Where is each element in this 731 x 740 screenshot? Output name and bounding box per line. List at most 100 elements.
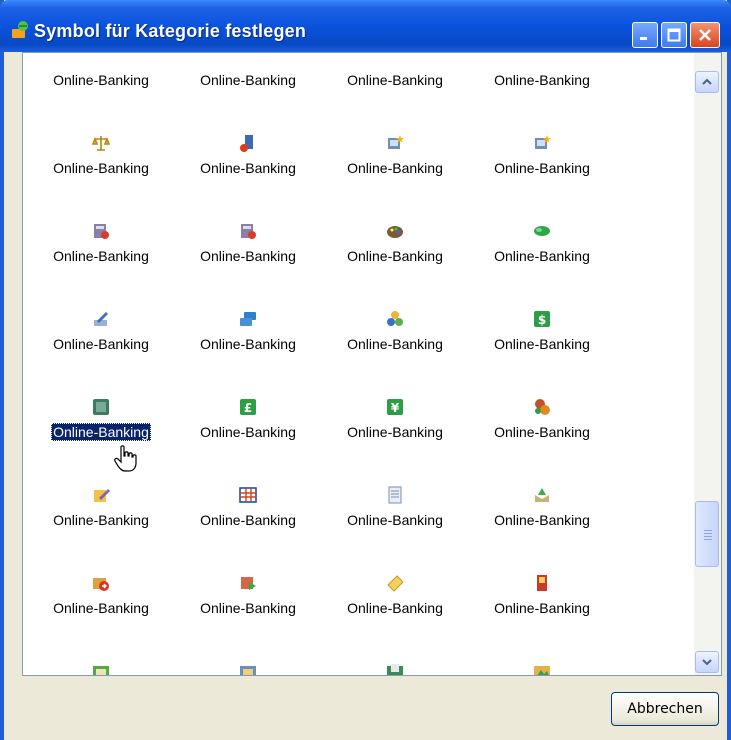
server-coins-icon	[240, 135, 253, 152]
hidden-icon	[238, 53, 258, 65]
folder-cash-icon	[387, 664, 403, 675]
icon-list-item[interactable]: Online-Banking	[178, 573, 318, 617]
icon-list-item-label: Online-Banking	[53, 600, 149, 616]
icon-list-item[interactable]: Online-Banking	[325, 53, 465, 89]
close-button[interactable]	[690, 22, 720, 48]
computer-star-icon	[535, 135, 551, 149]
icon-list-item-label: Online-Banking	[200, 600, 296, 616]
svg-text:$: $	[538, 313, 546, 327]
icon-list-item-label: Online-Banking	[53, 160, 149, 176]
icon-list-item[interactable]: Online-Banking	[31, 485, 171, 529]
icon-list-item-label: Online-Banking	[200, 512, 296, 528]
icon-list-item-label: Online-Banking	[53, 248, 149, 264]
svg-text:¥: ¥	[391, 401, 400, 415]
chevron-down-icon	[702, 659, 712, 666]
icon-list-item[interactable]: Online-Banking	[472, 573, 612, 617]
scroll-up-button[interactable]	[695, 71, 719, 93]
grip-line	[704, 539, 712, 540]
cards-icon	[240, 312, 256, 326]
icon-list-item-label: Online-Banking	[53, 336, 149, 352]
maximize-icon	[667, 28, 681, 42]
icon-list-item-label: Online-Banking	[347, 512, 443, 528]
icon-list-item[interactable]	[178, 661, 318, 675]
icon-list-item-label: Online-Banking	[494, 160, 590, 176]
vertical-scrollbar[interactable]	[694, 53, 721, 675]
icon-list-item[interactable]: Online-Banking	[178, 485, 318, 529]
icon-list-item-label: Online-Banking	[51, 423, 151, 441]
icon-list-item-label: Online-Banking	[347, 600, 443, 616]
icon-list-item[interactable]: Online-Banking	[178, 53, 318, 89]
scroll-down-button[interactable]	[695, 651, 719, 673]
icon-list-item-label: Online-Banking	[347, 248, 443, 264]
icon-list-item[interactable]: Online-Banking	[325, 221, 465, 265]
icon-list-item-label: Online-Banking	[53, 512, 149, 528]
icon-list-item[interactable]: Online-Banking	[178, 133, 318, 177]
icon-list-item[interactable]: £ Online-Banking	[178, 397, 318, 441]
hidden-icon	[385, 53, 405, 65]
scales-icon	[91, 136, 111, 151]
icon-list-item[interactable]: Online-Banking	[178, 221, 318, 265]
folder-green-icon	[93, 666, 109, 675]
icon-list-item[interactable]: Online-Banking	[472, 485, 612, 529]
icon-list-item[interactable]: Online-Banking	[472, 221, 612, 265]
icon-list-item[interactable]	[325, 661, 465, 675]
close-icon	[699, 29, 711, 41]
icon-list-item[interactable]: Online-Banking	[325, 133, 465, 177]
icon-list-item[interactable]	[31, 661, 171, 675]
window-title: Symbol für Kategorie festlegen	[34, 21, 307, 41]
calculator-icon	[241, 224, 256, 239]
cancel-button[interactable]: Abbrechen	[611, 692, 719, 726]
icon-list-item-label: Online-Banking	[200, 72, 296, 88]
mail-arrow-icon	[93, 578, 109, 591]
icon-list-item[interactable]: Online-Banking	[325, 309, 465, 353]
icon-list-item-label: Online-Banking	[347, 424, 443, 440]
icon-list-item-label: Online-Banking	[494, 600, 590, 616]
calculator-icon	[94, 224, 109, 239]
icon-list-item[interactable]	[472, 661, 612, 675]
icon-list-item[interactable]: Online-Banking	[325, 573, 465, 617]
icon-list-item[interactable]: Online-Banking	[31, 53, 171, 89]
edit-note-icon	[94, 489, 110, 502]
app-icon	[12, 21, 28, 38]
icon-list-item-label: Online-Banking	[347, 72, 443, 88]
icon-list-item-label: Online-Banking	[347, 336, 443, 352]
icon-list-item[interactable]: Online-Banking	[31, 221, 171, 265]
mail-go-icon	[241, 577, 256, 590]
icon-list-item[interactable]: Online-Banking	[31, 573, 171, 617]
pound-icon: £	[240, 399, 256, 415]
scroll-thumb[interactable]	[695, 501, 719, 567]
icon-list-item[interactable]: Online-Banking	[178, 309, 318, 353]
icon-list-item[interactable]: Online-Banking	[472, 397, 612, 441]
maximize-button[interactable]	[661, 22, 687, 48]
icon-list-item[interactable]: Online-Banking	[31, 309, 171, 353]
icon-list-item[interactable]: ¥ Online-Banking	[325, 397, 465, 441]
minimize-button[interactable]	[632, 22, 658, 48]
icon-list-item-label: Online-Banking	[494, 248, 590, 264]
icon-list[interactable]: Online-Banking Online-Banking Online-Banki…	[22, 52, 722, 676]
money-roll-icon	[534, 226, 550, 236]
icon-list-item[interactable]: Online-Banking	[31, 397, 171, 441]
hand-cursor-icon	[114, 445, 137, 472]
icon-list-item[interactable]: Online-Banking	[31, 133, 171, 177]
open-box-icon	[535, 488, 549, 502]
icon-list-item[interactable]: Online-Banking	[325, 485, 465, 529]
tag-icon	[387, 575, 404, 592]
chip-icon	[93, 399, 109, 415]
icon-list-item-label: Online-Banking	[200, 424, 296, 440]
yen-icon: ¥	[387, 399, 403, 415]
icon-list-item[interactable]: $ Online-Banking	[472, 309, 612, 353]
icon-list-item-label: Online-Banking	[494, 424, 590, 440]
icon-list-item-label: Online-Banking	[53, 72, 149, 88]
title-bar[interactable]: Symbol für Kategorie festlegen	[0, 0, 731, 52]
chevron-up-icon	[702, 78, 712, 85]
folder-note-icon	[240, 666, 256, 675]
dollar-icon: $	[534, 311, 550, 327]
icon-list-item-label: Online-Banking	[200, 248, 296, 264]
book-icon	[537, 575, 547, 591]
people-icon	[387, 311, 403, 326]
icon-list-item[interactable]: Online-Banking	[472, 133, 612, 177]
table-icon	[239, 487, 257, 503]
hidden-icon	[91, 53, 111, 65]
icon-list-item[interactable]: Online-Banking	[472, 53, 612, 89]
icon-list-item-label: Online-Banking	[494, 512, 590, 528]
